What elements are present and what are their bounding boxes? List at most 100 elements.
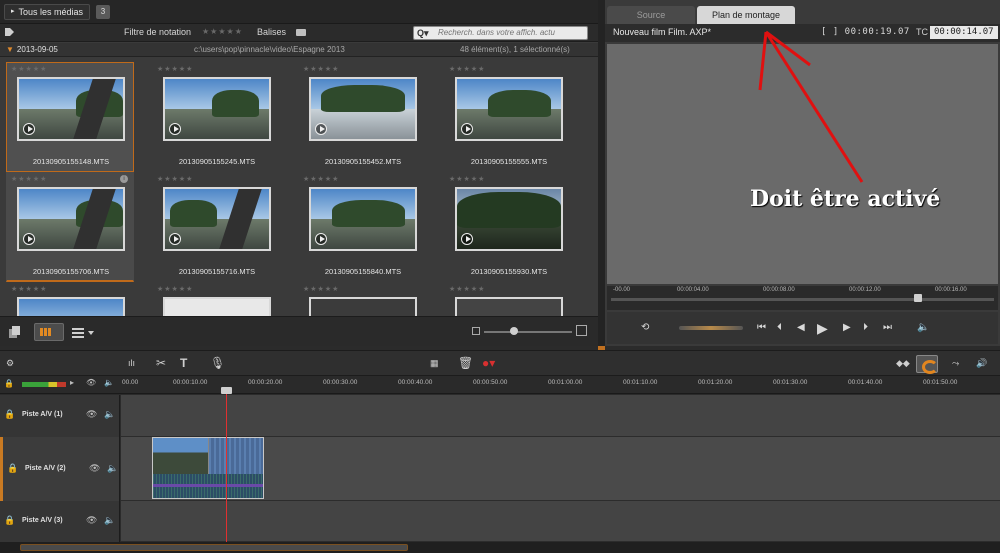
play-icon[interactable] xyxy=(315,233,327,245)
video-thumbnail[interactable] xyxy=(455,297,563,316)
item-rating-stars[interactable]: ★★★★★ xyxy=(303,285,339,293)
scrub-handle[interactable] xyxy=(914,294,922,302)
zoom-out-icon[interactable] xyxy=(472,327,480,335)
item-rating-stars[interactable]: ★★★★★ xyxy=(449,65,485,73)
info-icon[interactable]: i xyxy=(120,175,128,183)
play-icon[interactable] xyxy=(23,123,35,135)
media-item[interactable]: ★★★★★ 20130905155840.MTS xyxy=(298,172,426,282)
snap-icon[interactable]: ◆◆ xyxy=(896,358,910,369)
audio-scrub-icon[interactable]: 🔊 xyxy=(976,358,987,369)
video-thumbnail[interactable] xyxy=(309,297,417,316)
loop-icon[interactable]: ⟲ xyxy=(641,322,649,333)
search-icon[interactable]: Q▾ xyxy=(417,28,429,39)
go-to-start-icon[interactable]: ⏮ xyxy=(757,322,766,333)
play-icon[interactable] xyxy=(461,123,473,135)
speaker-icon[interactable]: 🔈 xyxy=(104,378,114,387)
eye-icon[interactable]: 👁 xyxy=(86,378,96,387)
rating-filter-stars[interactable]: ★★★★★ xyxy=(202,27,243,36)
tags-toggle[interactable] xyxy=(296,29,306,36)
video-thumbnail[interactable] xyxy=(455,187,563,251)
next-frame-icon[interactable]: ⏵ xyxy=(863,322,868,333)
play-icon[interactable] xyxy=(461,233,473,245)
item-rating-stars[interactable]: ★★★★★ xyxy=(157,175,193,183)
film-icon[interactable]: ▦ xyxy=(430,358,439,369)
speaker-icon[interactable]: 🔈 xyxy=(104,409,115,420)
track-lock-icon[interactable]: 🔒 xyxy=(4,515,15,526)
video-thumbnail[interactable] xyxy=(309,187,417,251)
media-item[interactable]: ★★★★★ 20130905155555.MTS xyxy=(444,62,572,172)
media-item[interactable]: ★★★★★ 20130905155452.MTS xyxy=(298,62,426,172)
item-rating-stars[interactable]: ★★★★★ xyxy=(11,175,47,183)
tag-icon[interactable] xyxy=(4,27,16,37)
media-item[interactable]: ★★★★★ 20130905155930.MTS xyxy=(444,172,572,282)
item-rating-stars[interactable]: ★★★★★ xyxy=(449,285,485,293)
scrub-track[interactable] xyxy=(611,298,994,301)
media-item[interactable]: ★★★★★ 20130905155245.MTS xyxy=(152,62,280,172)
media-item[interactable]: ★★★★★ xyxy=(6,282,134,316)
previous-frame-icon[interactable]: ⏴ xyxy=(777,322,782,333)
zoom-slider-handle[interactable] xyxy=(510,327,518,335)
preview-scrubber[interactable]: -00.00 00:00:04.00 00:00:08.00 00:00:12.… xyxy=(607,286,998,310)
video-thumbnail[interactable] xyxy=(17,77,125,141)
trim-mode-icon[interactable]: ⤳ xyxy=(952,358,959,369)
search-box[interactable]: Q▾ xyxy=(413,26,588,40)
video-thumbnail[interactable] xyxy=(163,187,271,251)
zoom-in-icon[interactable] xyxy=(576,325,587,336)
video-thumbnail[interactable] xyxy=(17,297,125,316)
eye-icon[interactable]: 👁 xyxy=(86,409,97,420)
track-header[interactable]: 🔒 Piste A/V (3) 👁 🔈 xyxy=(0,501,120,542)
trash-icon[interactable]: 🗑 xyxy=(458,356,473,370)
play-button-icon[interactable]: ▶ xyxy=(817,320,828,337)
playhead-handle[interactable] xyxy=(221,387,232,394)
media-item[interactable]: ★★★★★ i 20130905155706.MTS xyxy=(6,172,134,282)
video-thumbnail[interactable] xyxy=(455,77,563,141)
track-lock-icon[interactable]: 🔒 xyxy=(7,463,18,474)
video-thumbnail[interactable] xyxy=(309,77,417,141)
media-item[interactable]: ★★★★★ 20130905155148.MTS xyxy=(6,62,134,172)
video-thumbnail[interactable] xyxy=(163,297,271,316)
media-item[interactable]: ★★★★★ xyxy=(444,282,572,316)
timeline-ruler[interactable]: 🔒 ▸ 👁 🔈 00.00 00:00:10.00 00:00:20.00 00… xyxy=(0,376,1000,394)
shuttle-control[interactable] xyxy=(679,326,743,330)
media-item[interactable]: ★★★★★ xyxy=(298,282,426,316)
track-lane[interactable] xyxy=(121,395,1000,437)
magnetic-mode-button[interactable] xyxy=(916,355,938,374)
play-icon[interactable] xyxy=(169,233,181,245)
eye-icon[interactable]: 👁 xyxy=(89,463,100,474)
collapse-arrow-icon[interactable]: ▼ xyxy=(6,45,14,54)
step-back-icon[interactable]: ◀ xyxy=(797,322,805,333)
media-item[interactable]: ★★★★★ 20130905155716.MTS xyxy=(152,172,280,282)
panel-divider[interactable] xyxy=(598,0,605,350)
step-forward-icon[interactable]: ▶ xyxy=(843,322,851,333)
razor-icon[interactable]: ✂ xyxy=(156,356,166,370)
play-icon[interactable] xyxy=(23,233,35,245)
track-header[interactable]: 🔒 Piste A/V (2) 👁 🔈 xyxy=(0,437,120,501)
item-rating-stars[interactable]: ★★★★★ xyxy=(449,175,485,183)
volume-icon[interactable]: 🔈 xyxy=(917,322,929,333)
item-rating-stars[interactable]: ★★★★★ xyxy=(11,285,47,293)
audio-mixer-icon[interactable]: ılı xyxy=(128,358,135,368)
timeline-video-clip[interactable] xyxy=(152,437,264,499)
media-item[interactable]: ★★★★★ xyxy=(152,282,280,316)
speaker-icon[interactable]: 🔈 xyxy=(107,463,118,474)
item-rating-stars[interactable]: ★★★★★ xyxy=(157,65,193,73)
tab-source[interactable]: Source xyxy=(607,6,695,24)
timeline-scrollbar[interactable] xyxy=(20,544,408,551)
play-icon[interactable] xyxy=(169,123,181,135)
item-rating-stars[interactable]: ★★★★★ xyxy=(303,65,339,73)
track-lock-icon[interactable]: 🔒 xyxy=(4,379,14,388)
play-icon[interactable] xyxy=(315,123,327,135)
go-to-end-icon[interactable]: ⏭ xyxy=(883,322,892,333)
track-lock-icon[interactable]: 🔒 xyxy=(4,409,15,420)
eye-icon[interactable]: 👁 xyxy=(86,515,97,526)
zoom-slider-track[interactable] xyxy=(484,331,572,333)
settings-gear-icon[interactable]: ⚙ xyxy=(6,358,14,369)
marker-icon[interactable]: ●▾ xyxy=(482,356,495,370)
search-input[interactable] xyxy=(438,28,578,37)
expand-arrow-icon[interactable]: ▸ xyxy=(70,378,74,387)
track-lane[interactable] xyxy=(121,501,1000,542)
track-header[interactable]: 🔒 Piste A/V (1) 👁 🔈 xyxy=(0,395,120,437)
item-rating-stars[interactable]: ★★★★★ xyxy=(11,65,47,73)
thumbnail-view-button[interactable] xyxy=(34,323,64,341)
video-thumbnail[interactable] xyxy=(163,77,271,141)
